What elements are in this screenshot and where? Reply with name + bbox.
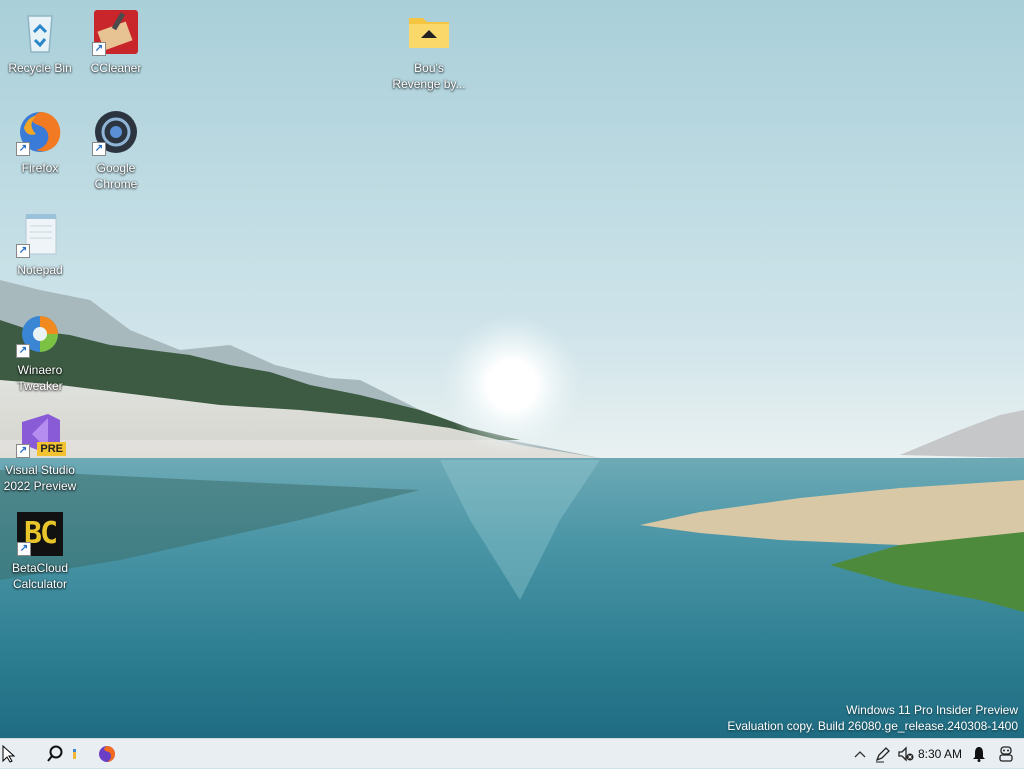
taskbar-firefox-icon[interactable] <box>96 742 118 766</box>
shortcut-arrow-icon: ↗ <box>16 244 30 258</box>
shortcut-arrow-icon: ↗ <box>16 344 30 358</box>
folder-icon <box>405 8 453 56</box>
desktop-icon-visual-studio[interactable]: PRE ↗ Visual Studio 2022 Preview <box>0 410 80 494</box>
watermark-line-1: Windows 11 Pro Insider Preview <box>846 703 1018 717</box>
volume-muted-icon[interactable] <box>896 742 916 766</box>
chrome-icon: ↗ <box>92 108 140 156</box>
visual-studio-icon: PRE ↗ <box>16 410 66 458</box>
desktop-icon-label: CCleaner <box>90 61 142 75</box>
chevron-up-icon[interactable] <box>852 742 868 766</box>
desktop-icon-folder[interactable]: Bou's Revenge by... <box>389 8 469 92</box>
copilot-icon[interactable] <box>996 742 1016 766</box>
taskbar: 8:30 AM <box>0 738 1024 768</box>
desktop-icon-recycle-bin[interactable]: Recycle Bin <box>0 8 80 76</box>
ccleaner-icon: ↗ <box>92 8 140 56</box>
winaero-tweaker-icon: ↗ <box>16 310 64 358</box>
desktop-icon-winaero-tweaker[interactable]: ↗ Winaero Tweaker <box>0 310 80 394</box>
shortcut-arrow-icon: ↗ <box>92 42 106 56</box>
desktop-icon-label: Firefox <box>21 161 59 175</box>
desktop-icon-label: Google Chrome <box>94 161 138 191</box>
pen-icon[interactable] <box>873 742 893 766</box>
start-icon[interactable] <box>0 742 18 766</box>
notepad-icon: ↗ <box>16 210 64 258</box>
desktop-icon-betacloud-calculator[interactable]: BC ↗ BetaCloud Calculator <box>0 512 80 592</box>
bell-icon[interactable] <box>970 742 988 766</box>
shortcut-arrow-icon: ↗ <box>16 444 30 458</box>
desktop-icon-firefox[interactable]: ↗ Firefox <box>0 108 80 176</box>
taskbar-clock[interactable]: 8:30 AM <box>918 739 962 769</box>
firefox-icon: ↗ <box>16 108 64 156</box>
desktop-icon-label: Notepad <box>17 263 63 277</box>
shortcut-arrow-icon: ↗ <box>16 142 30 156</box>
desktop-icon-label: BetaCloud Calculator <box>11 561 69 591</box>
desktop-icon-label: Recycle Bin <box>8 61 72 75</box>
desktop-icon-label: Winaero Tweaker <box>17 363 63 393</box>
shortcut-arrow-icon: ↗ <box>92 142 106 156</box>
recycle-bin-icon <box>16 8 64 56</box>
desktop-icon-chrome[interactable]: ↗ Google Chrome <box>76 108 156 192</box>
desktop-icon-ccleaner[interactable]: ↗ CCleaner <box>76 8 156 76</box>
betacloud-calculator-icon: BC ↗ <box>17 512 63 556</box>
evaluation-watermark: Windows 11 Pro Insider Preview Evaluatio… <box>727 702 1018 734</box>
file-explorer-icon[interactable] <box>70 742 80 766</box>
watermark-line-2: Evaluation copy. Build 26080.ge_release.… <box>727 719 1018 733</box>
desktop-icon-label: Bou's Revenge by... <box>392 61 466 91</box>
shortcut-arrow-icon: ↗ <box>17 542 31 556</box>
desktop-icon-notepad[interactable]: ↗ Notepad <box>0 210 80 278</box>
preview-badge: PRE <box>37 442 66 456</box>
desktop-icon-label: Visual Studio 2022 Preview <box>3 463 77 493</box>
search-icon[interactable] <box>44 742 66 766</box>
